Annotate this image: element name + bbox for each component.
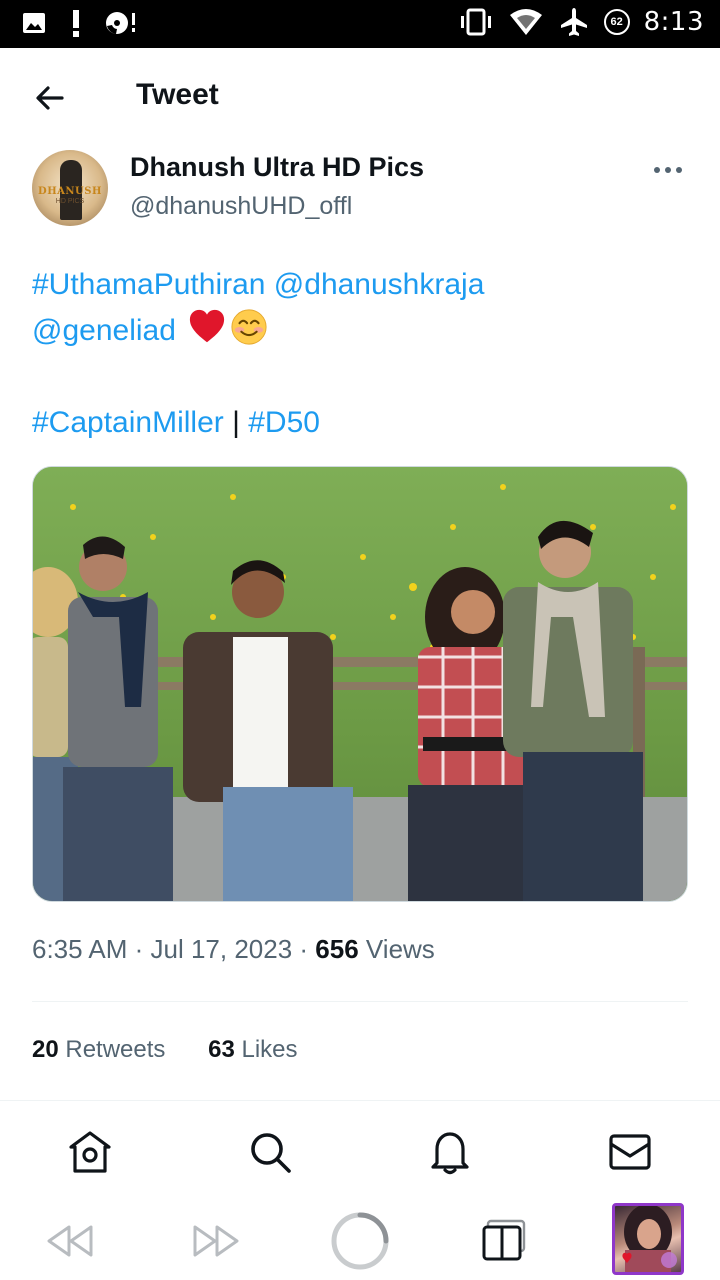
avatar[interactable]: DHANUSH HD PICS xyxy=(32,150,108,226)
author-name[interactable]: Dhanush Ultra HD Pics xyxy=(130,152,424,183)
fast-forward-icon xyxy=(193,1225,239,1257)
tab-thumbnail-image xyxy=(622,1206,677,1272)
tweet-line-2: @geneliad xyxy=(32,308,692,354)
mention-geneliad[interactable]: @geneliad xyxy=(32,314,176,347)
likes-stat[interactable]: 63 Likes xyxy=(208,1036,297,1063)
page-title: Tweet xyxy=(136,78,219,111)
fast-forward-button[interactable] xyxy=(186,1210,246,1272)
alert-icon xyxy=(73,10,79,37)
nav-search[interactable] xyxy=(246,1128,294,1176)
views-count: 656 xyxy=(315,934,359,964)
views-label: Views xyxy=(365,934,435,964)
likes-count: 63 xyxy=(208,1036,235,1063)
status-bar: 62 8:13 xyxy=(0,0,720,48)
search-icon xyxy=(251,1133,291,1173)
likes-label: Likes xyxy=(241,1036,298,1063)
author-handle[interactable]: @dhanushUHD_offl xyxy=(130,192,352,221)
battery-level: 62 xyxy=(610,16,623,28)
avatar-logo-subtext: HD PICS xyxy=(55,198,85,205)
tweet-author: DHANUSH HD PICS Dhanush Ultra HD Pics @d… xyxy=(32,150,688,230)
dot xyxy=(665,167,671,173)
tweet-meta: 6:35 AM · Jul 17, 2023 · 656 Views xyxy=(32,934,435,964)
tweet-line-1: #UthamaPuthiran @dhanushkraja xyxy=(32,262,692,308)
bottom-nav xyxy=(0,1102,720,1202)
disc-icon xyxy=(106,12,135,34)
tweet-photo-image xyxy=(33,467,687,901)
avatar-logo-text: DHANUSH xyxy=(38,186,102,197)
separator: | xyxy=(223,406,249,439)
vibrate-icon xyxy=(460,8,491,36)
reload-button[interactable] xyxy=(330,1210,390,1272)
hashtag-uthamaputhiran[interactable]: #UthamaPuthiran xyxy=(32,268,265,301)
dot xyxy=(654,167,660,173)
tweet-time[interactable]: 6:35 AM xyxy=(32,934,127,964)
retweets-count: 20 xyxy=(32,1036,59,1063)
tweet-header: Tweet xyxy=(0,48,720,148)
browser-toolbar xyxy=(0,1202,720,1280)
airplane-icon xyxy=(560,8,587,36)
tweet-date[interactable]: Jul 17, 2023 xyxy=(151,934,293,964)
retweets-label: Retweets xyxy=(65,1036,166,1063)
mention-dhanushkraja[interactable]: @dhanushkraja xyxy=(265,268,485,301)
dot xyxy=(676,167,682,173)
bell-icon xyxy=(431,1132,469,1175)
nav-messages[interactable] xyxy=(606,1128,654,1176)
battery-icon: 62 xyxy=(603,9,630,35)
tabs-icon xyxy=(482,1219,526,1261)
more-options-button[interactable] xyxy=(648,160,688,180)
divider xyxy=(0,1100,720,1101)
tweet-text: #UthamaPuthiran @dhanushkraja @geneliad … xyxy=(32,262,692,446)
mail-icon xyxy=(609,1134,651,1170)
wifi-icon xyxy=(509,9,542,35)
smiling-face-icon xyxy=(231,309,267,345)
status-right-icons: 62 8:13 xyxy=(458,6,704,38)
home-icon xyxy=(69,1131,111,1173)
status-time: 8:13 xyxy=(643,7,704,37)
rewind-icon xyxy=(47,1225,93,1257)
red-heart-icon xyxy=(190,309,225,343)
status-left-icons xyxy=(20,8,138,38)
arrow-left-icon xyxy=(36,86,64,110)
divider xyxy=(32,1001,688,1002)
nav-home[interactable] xyxy=(66,1128,114,1176)
reload-icon xyxy=(331,1212,389,1270)
image-icon xyxy=(23,13,45,33)
nav-notifications[interactable] xyxy=(426,1128,474,1176)
rewind-button[interactable] xyxy=(40,1210,100,1272)
tweet-photo[interactable] xyxy=(32,466,688,902)
hashtag-d50[interactable]: #D50 xyxy=(248,406,320,439)
back-button[interactable] xyxy=(30,78,70,118)
tweet-stats: 20 Retweets 63 Likes xyxy=(32,1036,334,1064)
hashtag-captainmiller[interactable]: #CaptainMiller xyxy=(32,406,224,439)
tabs-button[interactable] xyxy=(474,1210,534,1272)
retweets-stat[interactable]: 20 Retweets xyxy=(32,1036,165,1063)
tweet-line-3: #CaptainMiller | #D50 xyxy=(32,400,692,446)
tab-thumbnail[interactable] xyxy=(612,1203,684,1275)
